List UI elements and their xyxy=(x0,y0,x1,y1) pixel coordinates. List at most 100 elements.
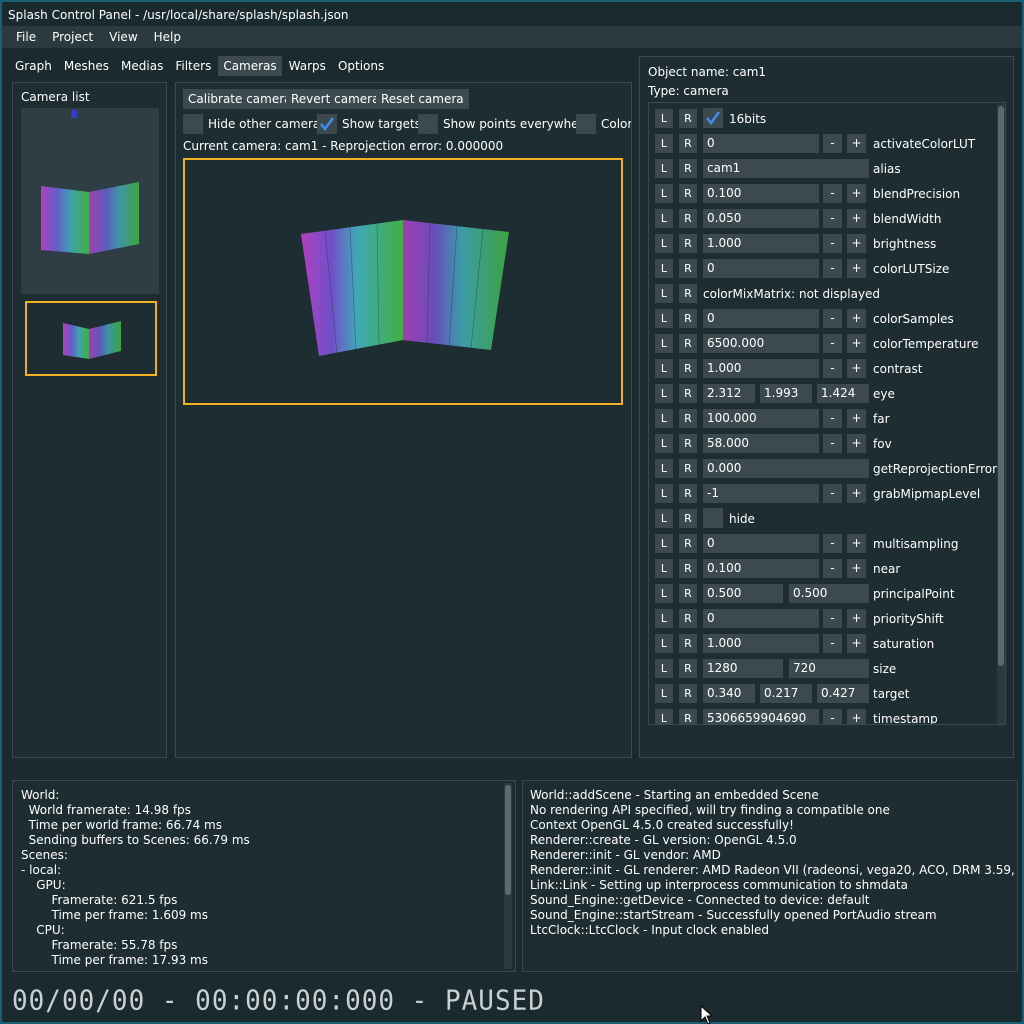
hide-other-cameras-checkbox[interactable] xyxy=(183,114,203,134)
attribute-lock-left-button[interactable]: L xyxy=(655,409,673,428)
attribute-lock-left-button[interactable]: L xyxy=(655,359,673,378)
attribute-scrollbar-thumb[interactable] xyxy=(998,106,1004,666)
menu-view[interactable]: View xyxy=(101,30,145,44)
attribute-lock-right-button[interactable]: R xyxy=(679,259,697,278)
attribute-lock-right-button[interactable]: R xyxy=(679,434,697,453)
attribute-lock-left-button[interactable]: L xyxy=(655,609,673,628)
attribute-lock-left-button[interactable]: L xyxy=(655,159,673,178)
attribute-value-field[interactable]: -1 xyxy=(703,484,819,503)
attribute-value-field[interactable]: 0.100 xyxy=(703,559,819,578)
camera-thumbnail-1[interactable] xyxy=(25,301,157,376)
attribute-lock-left-button[interactable]: L xyxy=(655,259,673,278)
attribute-value-field[interactable]: 720 xyxy=(789,659,869,678)
attribute-value-field[interactable]: 6500.000 xyxy=(703,334,819,353)
attribute-lock-right-button[interactable]: R xyxy=(679,159,697,178)
attribute-lock-left-button[interactable]: L xyxy=(655,384,673,403)
attribute-lock-left-button[interactable]: L xyxy=(655,284,673,303)
revert-camera-button[interactable]: Revert camera xyxy=(286,89,385,109)
attribute-lock-left-button[interactable]: L xyxy=(655,434,673,453)
attribute-decrement-button[interactable]: - xyxy=(823,434,842,453)
attribute-lock-right-button[interactable]: R xyxy=(679,109,697,128)
attribute-increment-button[interactable]: + xyxy=(847,409,866,428)
attribute-lock-right-button[interactable]: R xyxy=(679,384,697,403)
attribute-value-field[interactable]: 1.000 xyxy=(703,234,819,253)
attribute-decrement-button[interactable]: - xyxy=(823,359,842,378)
tab-medias[interactable]: Medias xyxy=(116,56,168,76)
attribute-decrement-button[interactable]: - xyxy=(823,609,842,628)
attribute-decrement-button[interactable]: - xyxy=(823,484,842,503)
attribute-decrement-button[interactable]: - xyxy=(823,634,842,653)
attribute-lock-right-button[interactable]: R xyxy=(679,359,697,378)
attribute-lock-right-button[interactable]: R xyxy=(679,184,697,203)
attribute-lock-right-button[interactable]: R xyxy=(679,484,697,503)
attribute-value-field[interactable]: 0.427 xyxy=(817,684,869,703)
attribute-lock-left-button[interactable]: L xyxy=(655,134,673,153)
attribute-scrollbar[interactable] xyxy=(997,104,1005,724)
attribute-decrement-button[interactable]: - xyxy=(823,234,842,253)
attribute-lock-left-button[interactable]: L xyxy=(655,709,673,724)
tab-meshes[interactable]: Meshes xyxy=(59,56,114,76)
attribute-decrement-button[interactable]: - xyxy=(823,559,842,578)
attribute-increment-button[interactable]: + xyxy=(847,609,866,628)
attribute-value-field[interactable]: 0.050 xyxy=(703,209,819,228)
menu-help[interactable]: Help xyxy=(146,30,189,44)
attribute-lock-right-button[interactable]: R xyxy=(679,534,697,553)
attribute-lock-left-button[interactable]: L xyxy=(655,584,673,603)
attribute-value-field[interactable]: 0.500 xyxy=(703,584,783,603)
attribute-value-field[interactable]: 1.424 xyxy=(817,384,869,403)
attribute-increment-button[interactable]: + xyxy=(847,709,866,724)
attribute-decrement-button[interactable]: - xyxy=(823,334,842,353)
attribute-value-field[interactable]: 1.993 xyxy=(760,384,812,403)
attribute-value-field[interactable]: 1.000 xyxy=(703,359,819,378)
attribute-lock-left-button[interactable]: L xyxy=(655,684,673,703)
attribute-value-field[interactable]: 1.000 xyxy=(703,634,819,653)
calibrate-camera-button[interactable]: Calibrate camera xyxy=(183,89,297,109)
attribute-decrement-button[interactable]: - xyxy=(823,709,842,724)
attribute-lock-right-button[interactable]: R xyxy=(679,134,697,153)
attribute-lock-left-button[interactable]: L xyxy=(655,334,673,353)
attribute-lock-right-button[interactable]: R xyxy=(679,309,697,328)
attribute-lock-right-button[interactable]: R xyxy=(679,234,697,253)
attribute-increment-button[interactable]: + xyxy=(847,559,866,578)
attribute-value-field[interactable]: 58.000 xyxy=(703,434,819,453)
attribute-lock-left-button[interactable]: L xyxy=(655,234,673,253)
attribute-increment-button[interactable]: + xyxy=(847,134,866,153)
attribute-increment-button[interactable]: + xyxy=(847,434,866,453)
attribute-value-field[interactable]: 0.500 xyxy=(789,584,869,603)
attribute-lock-left-button[interactable]: L xyxy=(655,559,673,578)
tab-options[interactable]: Options xyxy=(333,56,389,76)
attribute-value-field[interactable]: 100.000 xyxy=(703,409,819,428)
attribute-value-field[interactable]: 0 xyxy=(703,534,819,553)
menu-project[interactable]: Project xyxy=(44,30,101,44)
attribute-value-field[interactable]: 0 xyxy=(703,309,819,328)
stats-scrollbar-thumb[interactable] xyxy=(505,785,511,895)
attribute-lock-right-button[interactable]: R xyxy=(679,684,697,703)
attribute-lock-left-button[interactable]: L xyxy=(655,484,673,503)
attribute-value-field[interactable]: 0 xyxy=(703,609,819,628)
attribute-increment-button[interactable]: + xyxy=(847,309,866,328)
show-points-checkbox[interactable] xyxy=(418,114,438,134)
attribute-increment-button[interactable]: + xyxy=(847,534,866,553)
attribute-lock-left-button[interactable]: L xyxy=(655,184,673,203)
attribute-value-field[interactable]: cam1 xyxy=(703,159,869,178)
attribute-increment-button[interactable]: + xyxy=(847,334,866,353)
attribute-value-field[interactable]: 0.217 xyxy=(760,684,812,703)
attribute-increment-button[interactable]: + xyxy=(847,209,866,228)
attribute-decrement-button[interactable]: - xyxy=(823,184,842,203)
attribute-decrement-button[interactable]: - xyxy=(823,209,842,228)
attribute-increment-button[interactable]: + xyxy=(847,634,866,653)
camera-thumbnail-0[interactable] xyxy=(21,108,159,294)
attribute-lock-left-button[interactable]: L xyxy=(655,209,673,228)
attribute-lock-right-button[interactable]: R xyxy=(679,284,697,303)
attribute-lock-left-button[interactable]: L xyxy=(655,634,673,653)
attribute-lock-right-button[interactable]: R xyxy=(679,609,697,628)
attribute-lock-right-button[interactable]: R xyxy=(679,634,697,653)
tab-warps[interactable]: Warps xyxy=(284,56,331,76)
attribute-lock-right-button[interactable]: R xyxy=(679,334,697,353)
attribute-value-field[interactable]: 2.312 xyxy=(703,384,755,403)
tab-graph[interactable]: Graph xyxy=(10,56,57,76)
attribute-increment-button[interactable]: + xyxy=(847,259,866,278)
attribute-decrement-button[interactable]: - xyxy=(823,259,842,278)
camera-viewport[interactable] xyxy=(183,158,623,405)
attribute-checkbox[interactable] xyxy=(703,108,723,128)
